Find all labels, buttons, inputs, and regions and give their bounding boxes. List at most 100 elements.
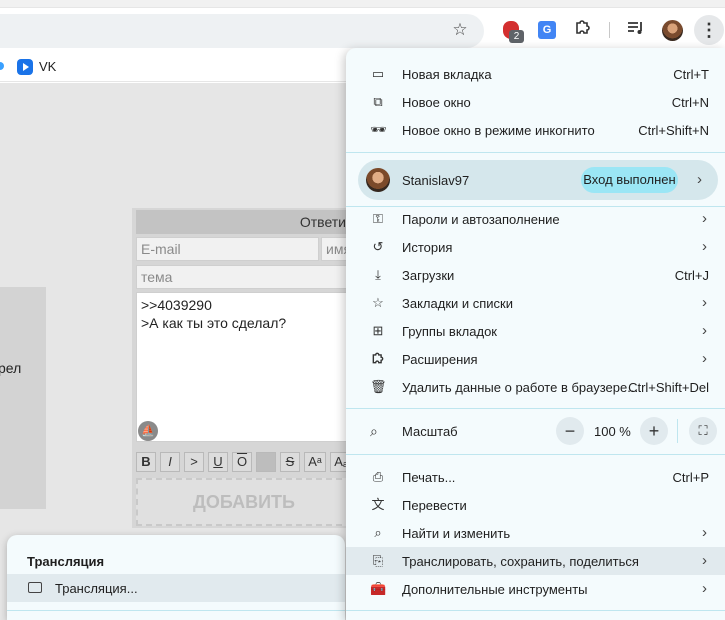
email-field[interactable]: E-mail xyxy=(136,237,319,261)
translate-glyph: G xyxy=(538,21,556,39)
menu-item-tab-groups[interactable]: ⊞ Группы вкладок › xyxy=(346,317,725,345)
chevron-right-icon: › xyxy=(702,524,707,541)
menu-item-label: Закладки и списки xyxy=(402,296,514,311)
profile-avatar[interactable] xyxy=(662,20,683,41)
menu-item-shortcut: Ctrl+N xyxy=(671,95,709,110)
format-underline-button[interactable]: U xyxy=(208,452,228,472)
format-quote-button[interactable]: > xyxy=(184,452,204,472)
menu-item-extensions[interactable]: Расширения › xyxy=(346,345,725,373)
chevron-right-icon: › xyxy=(702,238,707,255)
chevron-right-icon: › xyxy=(702,350,707,367)
menu-divider xyxy=(346,454,725,455)
message-line-2: >А как ты это сделал? xyxy=(141,315,287,331)
fullscreen-icon[interactable]: ⛶ xyxy=(689,417,717,445)
chevron-right-icon: › xyxy=(702,580,707,597)
message-line-1: >>4039290 xyxy=(141,297,212,313)
menu-item-label: История xyxy=(402,240,453,255)
menu-item-passwords[interactable]: ⚿ Пароли и автозаполнение › xyxy=(346,205,725,233)
subject-field[interactable]: тема xyxy=(136,265,352,289)
tab-groups-icon: ⊞ xyxy=(372,323,384,338)
menu-item-label: Группы вкладок xyxy=(402,324,497,339)
menu-item-more-tools[interactable]: 🧰 Дополнительные инструменты › xyxy=(346,575,725,603)
chevron-right-icon: › xyxy=(702,552,707,569)
new-tab-icon: ▭ xyxy=(371,66,385,81)
google-translate-icon[interactable]: G xyxy=(535,18,559,42)
menu-item-label: Новое окно xyxy=(402,95,471,110)
extension-shield-icon[interactable]: 2 xyxy=(500,18,524,43)
menu-item-label: Транслировать, сохранить, поделиться xyxy=(402,554,639,569)
menu-item-label: Найти и изменить xyxy=(402,526,511,541)
menu-divider xyxy=(346,408,725,409)
chevron-right-icon: › xyxy=(702,294,707,311)
cast-panel-title: Трансляция xyxy=(27,554,105,569)
format-spoiler-button[interactable] xyxy=(256,452,276,472)
translate-icon: 文 xyxy=(371,497,385,512)
format-superscript-button[interactable]: Aᵃ xyxy=(304,452,326,472)
menu-item-cast-save-share[interactable]: ⎘ Транслировать, сохранить, поделиться › xyxy=(346,547,725,575)
menu-item-find[interactable]: ⌕ Найти и изменить › xyxy=(346,519,725,547)
menu-item-label: Загрузки xyxy=(402,268,455,283)
cast-icon xyxy=(28,582,42,593)
chevron-right-icon: › xyxy=(702,210,707,227)
zoom-out-button[interactable]: − xyxy=(556,417,584,445)
chevron-right-icon: › xyxy=(697,171,702,188)
menu-divider xyxy=(346,152,725,153)
menu-item-incognito[interactable]: 🕶 Новое окно в режиме инкогнито Ctrl+Shi… xyxy=(346,116,725,144)
menu-item-new-tab[interactable]: ▭ Новая вкладка Ctrl+T xyxy=(346,60,725,88)
bookmark-vk[interactable]: VK xyxy=(39,59,56,74)
format-italic-button[interactable]: I xyxy=(160,452,180,472)
menu-item-shortcut: Ctrl+Shift+Del xyxy=(628,380,709,395)
format-overline-button[interactable]: O xyxy=(232,452,252,472)
cast-menu-item-label[interactable]: Трансляция... xyxy=(55,581,138,596)
media-control-icon[interactable] xyxy=(626,20,646,40)
toolbar-separator xyxy=(609,22,610,38)
menu-item-print[interactable]: ⎙ Печать... Ctrl+P xyxy=(346,463,725,491)
menu-item-shortcut: Ctrl+J xyxy=(674,268,709,283)
toolbox-icon: 🧰 xyxy=(370,581,387,596)
zoom-in-button[interactable]: + xyxy=(640,417,668,445)
puzzle-icon xyxy=(370,351,386,367)
left-panel-text: рел xyxy=(0,360,22,376)
menu-item-new-window[interactable]: ⧉ Новое окно Ctrl+N xyxy=(346,88,725,116)
submit-add-button[interactable]: ДОБАВИТЬ xyxy=(136,478,352,526)
menu-divider xyxy=(346,610,725,611)
reply-form-header: Ответи xyxy=(136,210,352,234)
menu-item-translate[interactable]: 文 Перевести xyxy=(346,491,725,519)
bookmark-star-icon[interactable]: ☆ xyxy=(450,20,470,40)
more-options-icon[interactable]: ⋮ xyxy=(694,15,724,45)
profile-name: Stanislav97 xyxy=(402,173,470,188)
incognito-icon: 🕶 xyxy=(370,122,387,137)
download-icon: ⤓ xyxy=(375,267,381,282)
menu-item-label: Новое окно в режиме инкогнито xyxy=(402,123,595,138)
zoom-icon: ⌕ xyxy=(370,423,378,439)
menu-item-shortcut: Ctrl+P xyxy=(672,470,709,485)
format-strike-button[interactable]: S xyxy=(280,452,300,472)
menu-item-label: Перевести xyxy=(402,498,467,513)
menu-item-label: Печать... xyxy=(402,470,456,485)
cast-save-share-icon: ⎘ xyxy=(372,553,384,568)
window-top-strip xyxy=(0,0,725,8)
zoom-label: Масштаб xyxy=(402,424,458,439)
menu-item-clear-data[interactable]: 🗑 Удалить данные о работе в браузере... … xyxy=(346,373,725,401)
extensions-puzzle-icon[interactable] xyxy=(571,18,595,42)
vk-favicon-icon[interactable] xyxy=(17,59,33,75)
format-bold-button[interactable]: B xyxy=(136,452,156,472)
profile-avatar-menu xyxy=(366,168,390,192)
key-icon: ⚿ xyxy=(373,211,383,226)
menu-item-history[interactable]: ↺ История › xyxy=(346,233,725,261)
menu-item-label: Удалить данные о работе в браузере... xyxy=(402,380,639,395)
history-icon: ↺ xyxy=(372,239,384,254)
menu-item-downloads[interactable]: ⤓ Загрузки Ctrl+J xyxy=(346,261,725,289)
menu-item-label: Новая вкладка xyxy=(402,67,492,82)
bookmark-star-icon: ☆ xyxy=(372,295,384,310)
address-bar[interactable] xyxy=(0,14,484,48)
left-panel xyxy=(0,287,46,509)
menu-item-bookmarks[interactable]: ☆ Закладки и списки › xyxy=(346,289,725,317)
menu-item-shortcut: Ctrl+T xyxy=(673,67,709,82)
chevron-right-icon: › xyxy=(702,322,707,339)
new-window-icon: ⧉ xyxy=(373,94,383,109)
signed-in-badge[interactable]: Вход выполнен xyxy=(581,167,678,193)
sail-icon[interactable]: ⛵ xyxy=(138,421,158,441)
menu-item-label: Пароли и автозаполнение xyxy=(402,212,560,227)
reply-form-title: Ответи xyxy=(299,214,346,230)
